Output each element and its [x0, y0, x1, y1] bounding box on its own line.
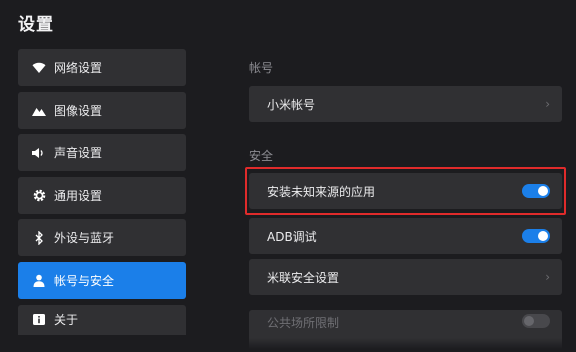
bottom-fade	[0, 338, 576, 352]
sidebar-item-label: 关于	[54, 313, 79, 328]
chevron-right-icon: ›	[545, 270, 550, 284]
sidebar-item-general[interactable]: 通用设置	[18, 176, 186, 214]
section-label-security: 安全	[249, 149, 274, 163]
sidebar-item-label: 图像设置	[54, 103, 103, 118]
speaker-icon	[32, 146, 46, 160]
row-label: 小米帐号	[267, 97, 316, 112]
sidebar-item-image[interactable]: 图像设置	[18, 91, 186, 129]
public-place-restriction-toggle[interactable]	[522, 314, 550, 328]
row-adb-debugging[interactable]: ADB调试	[249, 218, 562, 254]
highlight-frame	[245, 167, 566, 215]
sidebar: 网络设置 图像设置 声音设置 通用设置 外设与蓝牙 帐号与安全 关于	[18, 49, 186, 340]
sidebar-item-network[interactable]: 网络设置	[18, 49, 186, 86]
page-title: 设置	[18, 15, 54, 35]
chevron-right-icon: ›	[545, 97, 550, 111]
sidebar-item-label: 通用设置	[54, 188, 103, 203]
wifi-icon	[32, 61, 46, 75]
bluetooth-icon	[32, 230, 46, 245]
sidebar-item-label: 外设与蓝牙	[54, 231, 115, 246]
info-icon	[32, 313, 46, 327]
sidebar-item-sound[interactable]: 声音设置	[18, 134, 186, 172]
gear-icon	[32, 188, 46, 202]
sidebar-item-peripherals-bluetooth[interactable]: 外设与蓝牙	[18, 219, 186, 257]
row-label: 公共场所限制	[267, 316, 340, 330]
sidebar-item-label: 网络设置	[54, 61, 103, 75]
row-label: 米联安全设置	[267, 270, 340, 285]
row-milink-security-settings[interactable]: 米联安全设置 ›	[249, 259, 562, 295]
row-xiaomi-account[interactable]: 小米帐号 ›	[249, 86, 562, 122]
row-label: ADB调试	[267, 229, 317, 244]
sidebar-item-about[interactable]: 关于	[18, 304, 186, 335]
image-icon	[32, 103, 46, 117]
sidebar-item-label: 声音设置	[54, 146, 103, 161]
section-label-account: 帐号	[249, 61, 274, 75]
user-icon	[32, 273, 46, 287]
sidebar-item-label: 帐号与安全	[54, 273, 115, 288]
adb-debugging-toggle[interactable]	[522, 229, 550, 243]
sidebar-item-account-security[interactable]: 帐号与安全	[18, 261, 186, 299]
